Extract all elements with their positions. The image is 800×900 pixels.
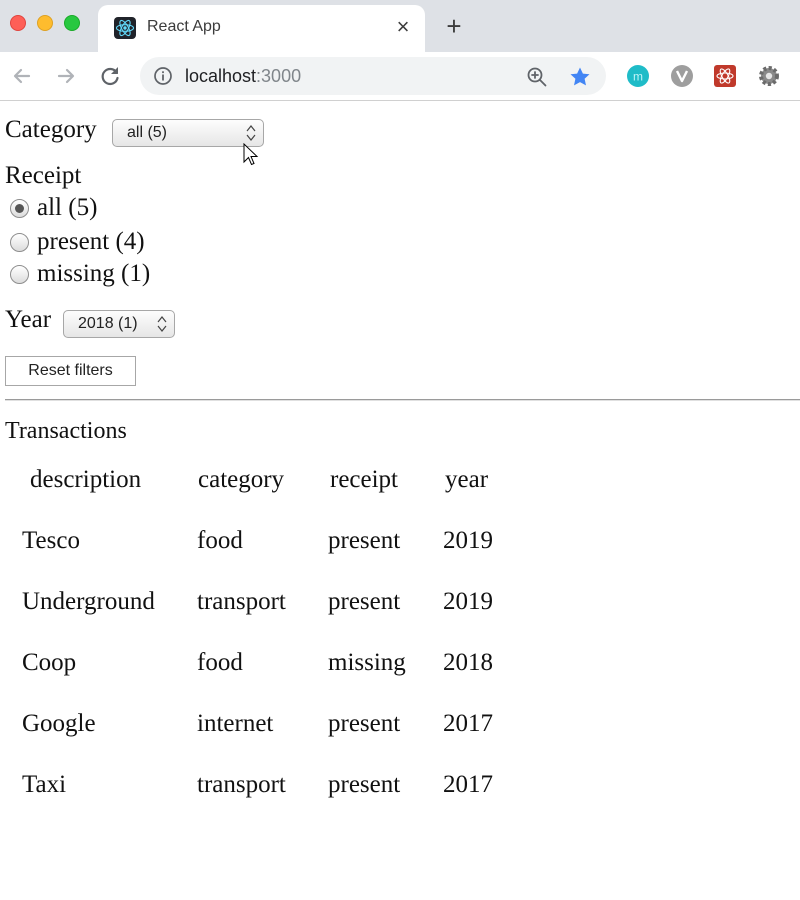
- column-header-year: year: [445, 466, 489, 493]
- cell-description: Google: [22, 710, 96, 737]
- year-select[interactable]: 2018 (1): [63, 310, 175, 338]
- category-select[interactable]: all (5): [112, 119, 264, 147]
- cell-category: food: [197, 527, 243, 554]
- reload-icon[interactable]: [96, 62, 124, 90]
- browser-tab[interactable]: React App ×: [98, 5, 425, 52]
- extension-v-icon[interactable]: [670, 64, 694, 88]
- reset-filters-button[interactable]: Reset filters: [5, 356, 136, 386]
- address-bar[interactable]: localhost:3000: [140, 57, 606, 95]
- cell-receipt: present: [328, 771, 401, 798]
- select-arrows-icon: [156, 313, 168, 335]
- receipt-radio-missing[interactable]: [10, 265, 29, 284]
- browser-toolbar: localhost:3000 m: [0, 52, 800, 101]
- react-logo-icon: [114, 17, 136, 39]
- url-host: localhost: [185, 66, 257, 86]
- receipt-radio-present[interactable]: [10, 233, 29, 252]
- app-page: Category all (5) Receipt all (5) present…: [0, 102, 800, 900]
- extension-gear-icon[interactable]: [757, 64, 781, 88]
- tab-title: React App: [147, 18, 221, 35]
- forward-arrow-icon[interactable]: [52, 62, 80, 90]
- category-label: Category: [5, 116, 97, 143]
- receipt-option-missing-label[interactable]: missing (1): [37, 260, 150, 288]
- cell-receipt: present: [328, 588, 401, 615]
- mouse-cursor-icon: [243, 142, 259, 172]
- site-info-icon[interactable]: [153, 66, 173, 86]
- cell-category: transport: [197, 771, 286, 798]
- extension-react-devtools-icon[interactable]: [713, 64, 737, 88]
- cell-description: Tesco: [22, 527, 80, 554]
- divider: [5, 399, 800, 401]
- url-port: :3000: [256, 66, 302, 86]
- maximize-window-button[interactable]: [64, 15, 80, 31]
- url-text: localhost:3000: [185, 66, 301, 87]
- cell-category: food: [197, 649, 243, 676]
- cell-receipt: present: [328, 527, 401, 554]
- receipt-option-all-label[interactable]: all (5): [37, 194, 97, 222]
- cell-receipt: missing: [328, 649, 406, 676]
- cell-category: transport: [197, 588, 286, 615]
- column-header-category: category: [198, 466, 285, 493]
- tab-close-icon[interactable]: ×: [391, 15, 415, 39]
- cell-year: 2017: [443, 771, 493, 798]
- cell-category: internet: [197, 710, 274, 737]
- column-header-receipt: receipt: [330, 466, 399, 493]
- svg-text:m: m: [633, 70, 643, 84]
- minimize-window-button[interactable]: [37, 15, 53, 31]
- zoom-icon[interactable]: [526, 66, 548, 88]
- cell-description: Coop: [22, 649, 77, 676]
- close-window-button[interactable]: [10, 15, 26, 31]
- column-header-description: description: [30, 466, 142, 493]
- receipt-radio-all[interactable]: [10, 199, 29, 218]
- bookmark-star-icon[interactable]: [568, 65, 592, 89]
- cell-year: 2017: [443, 710, 493, 737]
- cell-year: 2019: [443, 588, 493, 615]
- back-arrow-icon[interactable]: [8, 62, 36, 90]
- browser-tabstrip: React App × +: [0, 0, 800, 52]
- extension-m-icon[interactable]: m: [626, 64, 650, 88]
- category-select-value: all (5): [127, 124, 168, 141]
- receipt-label: Receipt: [5, 162, 82, 189]
- year-label: Year: [5, 306, 52, 333]
- select-arrows-icon: [245, 122, 257, 144]
- cell-year: 2018: [443, 649, 493, 676]
- cell-year: 2019: [443, 527, 493, 554]
- year-select-value: 2018 (1): [78, 315, 138, 332]
- cell-description: Underground: [22, 588, 155, 615]
- new-tab-icon[interactable]: +: [442, 13, 466, 39]
- cell-description: Taxi: [22, 771, 67, 798]
- cell-receipt: present: [328, 710, 401, 737]
- receipt-option-present-label[interactable]: present (4): [37, 228, 145, 256]
- transactions-title: Transactions: [5, 418, 127, 444]
